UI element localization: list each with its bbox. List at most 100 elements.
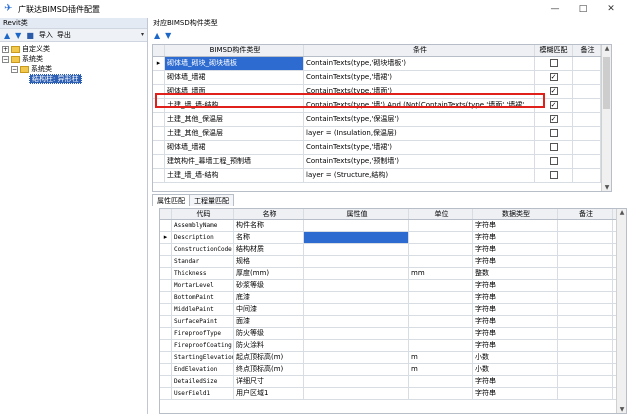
note-cell[interactable] [573,127,601,140]
row-header[interactable] [160,244,172,255]
type-cell[interactable]: 土建_其他_保温层 [165,113,304,126]
column-header[interactable]: 单位 [409,209,473,219]
column-header[interactable]: 条件 [304,45,535,56]
row-header[interactable] [160,256,172,267]
row-header[interactable] [160,364,172,375]
table-row[interactable]: MortarLevel 砂浆等级 字符串 [160,280,626,292]
value-cell[interactable] [304,352,409,363]
value-cell[interactable] [304,364,409,375]
note-cell[interactable] [573,99,601,112]
table-row[interactable]: StartingElevation 起点顶标高(m) m 小数 [160,352,626,364]
table-row[interactable]: UserField1 用户区域1 字符串 [160,388,626,400]
note-cell[interactable] [558,352,613,363]
note-cell[interactable] [573,85,601,98]
tree-node-system[interactable]: − 系统类 [2,54,146,64]
note-cell[interactable] [573,71,601,84]
table-row[interactable]: ▸ 砌体墙_砌块_砌块墙板 ContainTexts(type,'砌块墙板') [153,57,611,71]
column-header[interactable]: 备注 [558,209,613,219]
value-cell[interactable] [304,256,409,267]
scroll-up-icon[interactable]: ▲ [617,209,626,216]
column-header[interactable]: 名称 [234,209,304,219]
row-header[interactable] [160,292,172,303]
row-header[interactable] [153,71,165,84]
condition-cell[interactable]: ContainTexts(type,'保温层') [304,113,535,126]
value-cell[interactable] [304,376,409,387]
value-cell[interactable] [304,268,409,279]
tree-node-selected[interactable]: 结构柱: 异形柱 [2,74,146,84]
condition-cell[interactable]: ContainTexts(type,'砌块墙板') [304,57,535,70]
note-cell[interactable] [558,220,613,231]
value-cell[interactable] [304,292,409,303]
move-down-button[interactable]: ▼ [14,30,23,41]
column-header[interactable]: 属性值 [304,209,409,219]
table-row[interactable]: BottomPaint 底漆 字符串 [160,292,626,304]
fuzzy-checkbox[interactable]: ✓ [549,73,558,81]
type-cell[interactable]: 砌体墙_砌块_砌块墙板 [165,57,304,70]
scroll-down-icon[interactable]: ▼ [617,406,626,413]
tree-node-system-child[interactable]: − 系统类 [2,64,146,74]
scroll-down-icon[interactable]: ▼ [602,184,611,191]
collapse-icon[interactable]: − [11,65,18,73]
type-cell[interactable]: 砌体墙_墙裙 [165,71,304,84]
collapse-panel-icon[interactable]: ▾ [141,31,144,38]
table-row[interactable]: EndElevation 终点顶标高(m) m 小数 [160,364,626,376]
table-row[interactable]: Standar 规格 字符串 [160,256,626,268]
table-row[interactable]: 砌体墙_墙裙 ContainTexts(type,'墙裙') ✓ [153,71,611,85]
row-header[interactable] [160,340,172,351]
type-cell[interactable]: 土建_其他_保温层 [165,127,304,140]
table-row[interactable]: Thickness 厚度(mm) mm 整数 [160,268,626,280]
note-cell[interactable] [558,244,613,255]
column-header[interactable]: 模糊匹配 [535,45,573,56]
move-down-button[interactable]: ▼ [164,30,173,41]
row-header[interactable] [153,155,165,168]
move-up-button[interactable]: ▲ [3,30,12,41]
note-cell[interactable] [573,57,601,70]
type-cell[interactable]: 建筑构件_幕墙工程_预制墙 [165,155,304,168]
condition-cell[interactable]: ContainTexts(type,'墙裙') [304,141,535,154]
tree-node-custom[interactable]: + 自定义类 [2,44,146,54]
note-cell[interactable] [558,280,613,291]
note-cell[interactable] [558,316,613,327]
note-cell[interactable] [558,388,613,399]
note-cell[interactable] [558,268,613,279]
column-header[interactable]: 数据类型 [473,209,558,219]
scroll-thumb[interactable] [603,57,610,109]
type-grid-scrollbar[interactable]: ▲ ▼ [601,45,611,191]
row-header[interactable] [153,141,165,154]
table-row[interactable]: 建筑构件_幕墙工程_预制墙 ContainTexts(type,'预制墙') [153,155,611,169]
note-cell[interactable] [558,364,613,375]
row-header[interactable] [160,388,172,399]
value-cell[interactable] [304,328,409,339]
table-row[interactable]: 土建_其他_保温层 ContainTexts(type,'保温层') ✓ [153,113,611,127]
table-row[interactable]: 土建_其他_保温层 layer = (Insulation,保温层) [153,127,611,141]
value-cell[interactable] [304,316,409,327]
column-header[interactable]: 备注 [573,45,601,56]
value-cell[interactable] [304,280,409,291]
fuzzy-checkbox[interactable] [549,59,558,67]
value-cell[interactable] [304,340,409,351]
note-cell[interactable] [573,169,601,182]
value-cell[interactable] [304,244,409,255]
table-row[interactable]: DetailedSize 详细尺寸 字符串 [160,376,626,388]
note-cell[interactable] [558,256,613,267]
fuzzy-checkbox[interactable] [549,129,558,137]
type-cell[interactable]: 土建_墙_墙-结构 [165,169,304,182]
fuzzy-checkbox[interactable] [549,157,558,165]
table-row[interactable]: SurfacePaint 面漆 字符串 [160,316,626,328]
value-cell[interactable] [304,232,409,243]
export-button[interactable]: 导出 [56,30,72,41]
table-row[interactable]: ▸ Description 名称 字符串 [160,232,626,244]
row-header[interactable] [160,304,172,315]
note-cell[interactable] [558,292,613,303]
column-header[interactable]: 代码 [172,209,234,219]
note-cell[interactable] [573,113,601,126]
row-header[interactable]: ▸ [160,232,172,243]
row-header[interactable] [160,268,172,279]
value-cell[interactable] [304,388,409,399]
condition-cell[interactable]: ContainTexts(type,'墙裙') [304,71,535,84]
note-cell[interactable] [558,376,613,387]
fuzzy-checkbox[interactable] [549,171,558,179]
close-button[interactable]: ✕ [602,3,620,15]
row-header[interactable]: ▸ [153,57,165,70]
collapse-icon[interactable]: − [2,55,9,63]
